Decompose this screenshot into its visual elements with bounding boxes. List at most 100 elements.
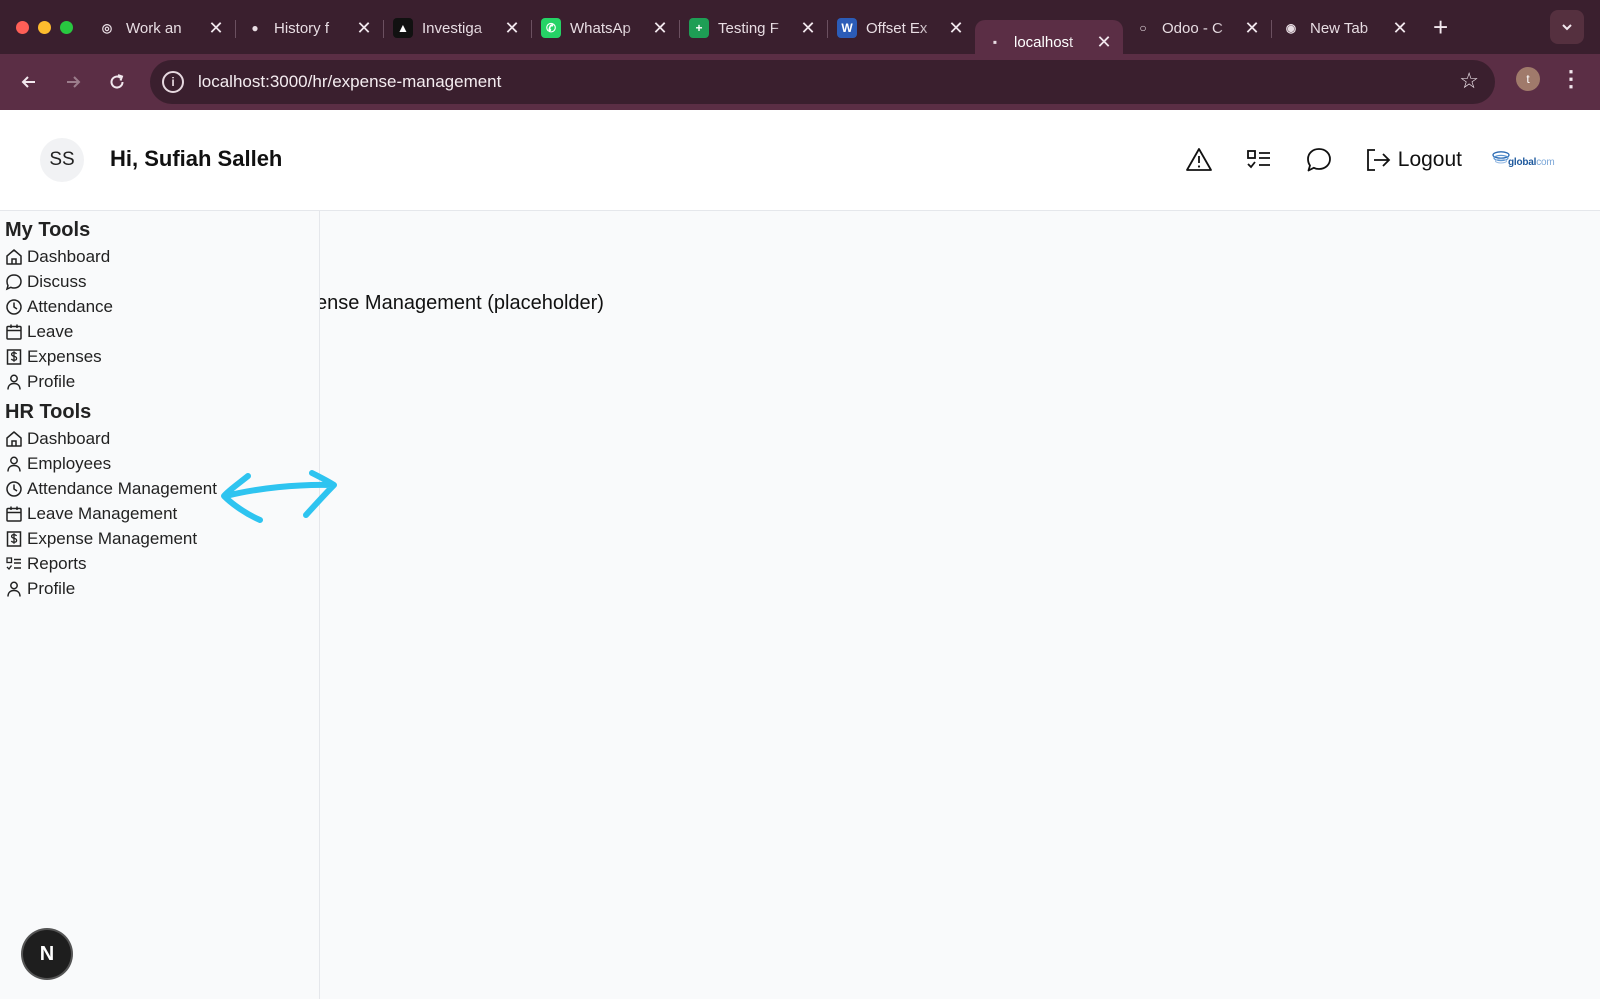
logout-label: Logout bbox=[1397, 148, 1462, 171]
browser-tab[interactable]: ○ Odoo - C ✕ bbox=[1123, 10, 1271, 46]
browser-tab[interactable]: ◎ Work an ✕ bbox=[87, 10, 235, 46]
section-title-hr-tools: HR Tools bbox=[5, 401, 92, 423]
sidebar-item-label: Expense Management bbox=[27, 528, 198, 548]
sidebar-item-hr-reports[interactable]: Reports bbox=[5, 551, 319, 576]
alert-button[interactable] bbox=[1184, 145, 1214, 175]
reload-button[interactable] bbox=[102, 67, 132, 97]
chevron-down-icon bbox=[1562, 24, 1572, 31]
logo-text: globalcom bbox=[1508, 157, 1555, 168]
whatsapp-icon: ✆ bbox=[541, 18, 561, 38]
tab-title: WhatsAp bbox=[570, 19, 631, 37]
tab-title: New Tab bbox=[1310, 19, 1369, 37]
checklist-icon bbox=[1246, 150, 1270, 169]
address-bar-url[interactable]: localhost:3000/hr/expense-management bbox=[198, 72, 501, 92]
close-window-button[interactable] bbox=[16, 20, 29, 34]
arrow-left-icon bbox=[21, 76, 35, 88]
forward-button[interactable] bbox=[58, 67, 88, 97]
tab-close-icon[interactable]: ✕ bbox=[207, 18, 225, 39]
site-info-icon[interactable]: i bbox=[162, 71, 184, 93]
tab-close-icon[interactable]: ✕ bbox=[1243, 18, 1261, 39]
page-placeholder-text: ense Management (placeholder) bbox=[320, 292, 604, 314]
browser-tab[interactable]: + Testing F ✕ bbox=[679, 10, 827, 46]
tab-close-icon[interactable]: ✕ bbox=[1391, 18, 1409, 39]
tab-search-button[interactable] bbox=[1550, 10, 1584, 44]
user-icon bbox=[7, 456, 21, 472]
browser-profile-avatar[interactable]: t bbox=[1516, 67, 1540, 91]
tab-close-icon[interactable]: ✕ bbox=[947, 18, 965, 39]
sheets-icon: + bbox=[689, 18, 709, 38]
arrow-right-icon bbox=[67, 76, 81, 88]
bookmark-star-icon[interactable]: ☆ bbox=[1459, 68, 1479, 94]
sidebar-item-hr-dashboard[interactable]: Dashboard bbox=[5, 426, 319, 451]
logout-button[interactable]: Logout bbox=[1364, 146, 1462, 174]
tab-title: History f bbox=[274, 19, 330, 37]
logout-icon bbox=[1366, 149, 1391, 171]
sidebar-item-label: Profile bbox=[27, 371, 76, 391]
sidebar-item-my-discuss[interactable]: Discuss bbox=[5, 269, 319, 294]
browser-tab[interactable]: ● History f ✕ bbox=[235, 10, 383, 46]
maximize-window-button[interactable] bbox=[60, 20, 73, 34]
sidebar-item-label: Attendance bbox=[27, 296, 114, 316]
sidebar-item-my-leave[interactable]: Leave bbox=[5, 319, 319, 344]
minimize-window-button[interactable] bbox=[38, 20, 51, 34]
sidebar-item-my-attendance[interactable]: Attendance bbox=[5, 294, 319, 319]
calendar-icon bbox=[6, 506, 22, 522]
chrome-icon: ◉ bbox=[1285, 21, 1297, 35]
tab-close-icon[interactable]: ✕ bbox=[799, 18, 817, 39]
sidebar-item-label: Reports bbox=[27, 553, 87, 573]
sidebar-item-label: Dashboard bbox=[27, 428, 111, 448]
chat-button[interactable] bbox=[1304, 145, 1334, 175]
word-icon: W bbox=[837, 18, 857, 38]
tab-close-icon[interactable]: ✕ bbox=[503, 18, 521, 39]
tasks-button[interactable] bbox=[1244, 145, 1274, 175]
sidebar-item-label: Profile bbox=[27, 578, 76, 598]
window-controls bbox=[16, 20, 73, 34]
sidebar-item-hr-profile[interactable]: Profile bbox=[5, 576, 319, 601]
sidebar-item-label: Leave bbox=[27, 321, 74, 341]
tab-title: Offset Ex bbox=[866, 19, 928, 37]
browser-tab[interactable]: W Offset Ex ✕ bbox=[827, 10, 975, 46]
warning-triangle-icon bbox=[1185, 148, 1212, 171]
dark-app-icon: ▲ bbox=[393, 18, 413, 38]
new-tab-button[interactable]: + bbox=[1433, 14, 1448, 40]
app-header: SS Hi, Sufiah Salleh Logout globalcom bbox=[0, 110, 1600, 211]
tab-title: Testing F bbox=[718, 19, 779, 37]
tab-close-icon[interactable]: ✕ bbox=[355, 18, 373, 39]
browser-tab[interactable]: ▲ Investiga ✕ bbox=[383, 10, 531, 46]
browser-menu-icon[interactable]: ⋮ bbox=[1560, 66, 1582, 92]
sidebar-item-label: Expenses bbox=[27, 346, 102, 366]
tab-title: Work an bbox=[126, 19, 182, 37]
tab-close-icon[interactable]: ✕ bbox=[651, 18, 669, 39]
clock-icon bbox=[6, 480, 22, 497]
sidebar-item-label: Employees bbox=[27, 453, 112, 473]
browser-tab[interactable]: ✆ WhatsAp ✕ bbox=[531, 10, 679, 46]
sidebar-item-label: Discuss bbox=[27, 271, 87, 291]
calendar-icon bbox=[6, 324, 22, 340]
tab-title: Investiga bbox=[422, 19, 483, 37]
sidebar-item-my-profile[interactable]: Profile bbox=[5, 369, 319, 394]
avatar[interactable]: SS bbox=[40, 138, 84, 182]
sidebar: My Tools Dashboard Discuss Attendance Leave… bbox=[0, 211, 320, 999]
github-icon: ● bbox=[251, 21, 259, 35]
sidebar-item-my-expenses[interactable]: Expenses bbox=[5, 344, 319, 369]
sidebar-item-label: Attendance Management bbox=[27, 478, 217, 498]
next-devtools-button[interactable]: N bbox=[23, 930, 71, 978]
reload-icon bbox=[110, 74, 124, 89]
tab-close-icon[interactable]: ✕ bbox=[1095, 32, 1113, 53]
user-icon bbox=[7, 374, 21, 390]
browser-tab-strip: ◎ Work an ✕ ● History f ✕ ▲ Investiga ✕ ✆ WhatsAp ✕… bbox=[0, 0, 1600, 64]
sidebar-item-my-dashboard[interactable]: Dashboard bbox=[5, 244, 319, 269]
dollar-receipt-icon bbox=[6, 348, 22, 365]
company-logo: globalcom bbox=[1492, 146, 1560, 174]
address-bar[interactable]: i localhost:3000/hr/expense-management ☆ bbox=[150, 60, 1495, 104]
main-content: ense Management (placeholder) bbox=[320, 211, 1600, 999]
browser-tab[interactable]: ◉ New Tab ✕ bbox=[1271, 10, 1419, 46]
dollar-receipt-icon bbox=[6, 530, 22, 547]
sidebar-item-label: Leave Management bbox=[27, 503, 178, 523]
localhost-icon: ▪ bbox=[992, 35, 998, 49]
arrow-stroke bbox=[221, 470, 337, 523]
odoo-icon: ○ bbox=[1139, 21, 1147, 35]
section-title-my-tools: My Tools bbox=[5, 219, 91, 241]
clock-icon bbox=[6, 298, 22, 315]
back-button[interactable] bbox=[14, 67, 44, 97]
